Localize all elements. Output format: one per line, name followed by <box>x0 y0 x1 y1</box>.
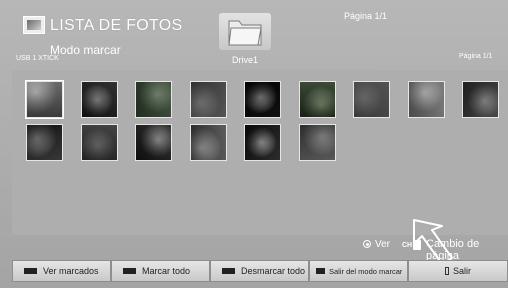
salir-label: Salir <box>452 266 471 276</box>
mode-label: Modo marcar <box>50 43 121 57</box>
blue-key-icon <box>316 268 325 274</box>
ch-label: CH <box>402 241 413 249</box>
thumb-2[interactable] <box>80 81 118 118</box>
thumb-1[interactable] <box>25 80 64 119</box>
green-key-icon <box>123 268 136 274</box>
desmarcar-todo-label: Desmarcar todo <box>241 266 306 276</box>
exit-key-icon <box>444 267 449 275</box>
photo-thumbnail-image <box>245 82 280 117</box>
thumb-3[interactable] <box>135 81 172 118</box>
thumb-9[interactable] <box>462 81 499 118</box>
thumb-13[interactable] <box>189 124 227 161</box>
app-title: LISTA DE FOTOS <box>50 17 183 34</box>
photo-thumbnail-image <box>136 82 171 117</box>
thumb-5[interactable] <box>244 81 281 118</box>
photo-thumbnail-image <box>299 82 335 117</box>
channel-updown-icon <box>413 240 422 250</box>
drive-folder-tile[interactable] <box>219 13 271 50</box>
header: LISTA DE FOTOS Modo marcar USB 1 XTICK D… <box>0 0 508 70</box>
photo-thumbnail-image <box>190 125 226 160</box>
thumb-12[interactable] <box>135 124 172 161</box>
desmarcar-todo-button[interactable]: Desmarcar todo <box>210 260 309 282</box>
thumb-8[interactable] <box>407 81 445 118</box>
footer-button-bar: Ver marcados Marcar todo Desmarcar todo … <box>12 260 508 282</box>
ver-marcados-label: Ver marcados <box>43 266 99 276</box>
thumb-7[interactable] <box>353 81 390 118</box>
page-change-hint: Cambio de página <box>426 238 480 262</box>
photo-thumbnail-image <box>408 82 444 117</box>
ver-marcados-button[interactable]: Ver marcados <box>12 260 111 282</box>
ok-button-icon <box>363 240 371 249</box>
drive-label: Drive1 <box>231 55 258 65</box>
thumb-10[interactable] <box>26 124 63 161</box>
page-indicator-small: Página 1/1 <box>459 53 493 60</box>
salir-modo-marcar-label: Salir del modo marcar <box>329 266 403 276</box>
ver-label: Ver <box>375 239 391 250</box>
photo-list-icon <box>23 16 45 34</box>
marcar-todo-button[interactable]: Marcar todo <box>111 260 210 282</box>
salir-modo-marcar-button[interactable]: Salir del modo marcar <box>309 260 408 282</box>
thumbnail-grid <box>12 70 508 265</box>
thumb-4[interactable] <box>189 81 227 118</box>
photo-thumbnail-image <box>354 82 389 117</box>
photo-thumbnail-image <box>81 125 117 160</box>
photo-thumbnail-image <box>27 82 62 117</box>
device-label: USB 1 XTICK <box>16 55 59 62</box>
thumb-15[interactable] <box>298 124 336 161</box>
photo-thumbnail-image <box>299 125 335 160</box>
photo-thumbnail-image <box>27 125 62 160</box>
photo-thumbnail-image <box>190 82 226 117</box>
thumb-14[interactable] <box>244 124 281 161</box>
photo-thumbnail-image <box>136 125 171 160</box>
ver-hint: Ver <box>363 239 390 250</box>
photo-thumbnail-image <box>463 82 498 117</box>
red-key-icon <box>24 268 37 274</box>
page-indicator: Página 1/1 <box>344 11 388 21</box>
marcar-todo-label: Marcar todo <box>142 266 191 276</box>
ch-badge: CH <box>402 240 422 250</box>
photo-thumbnail-image <box>245 125 280 160</box>
thumb-11[interactable] <box>80 124 118 161</box>
photo-list-screen: LISTA DE FOTOS Modo marcar USB 1 XTICK D… <box>0 0 508 288</box>
folder-icon <box>228 20 262 46</box>
yellow-key-icon <box>222 268 235 274</box>
salir-button[interactable]: Salir <box>408 260 508 282</box>
thumb-6[interactable] <box>298 81 336 118</box>
photo-thumbnail-image <box>81 82 117 117</box>
